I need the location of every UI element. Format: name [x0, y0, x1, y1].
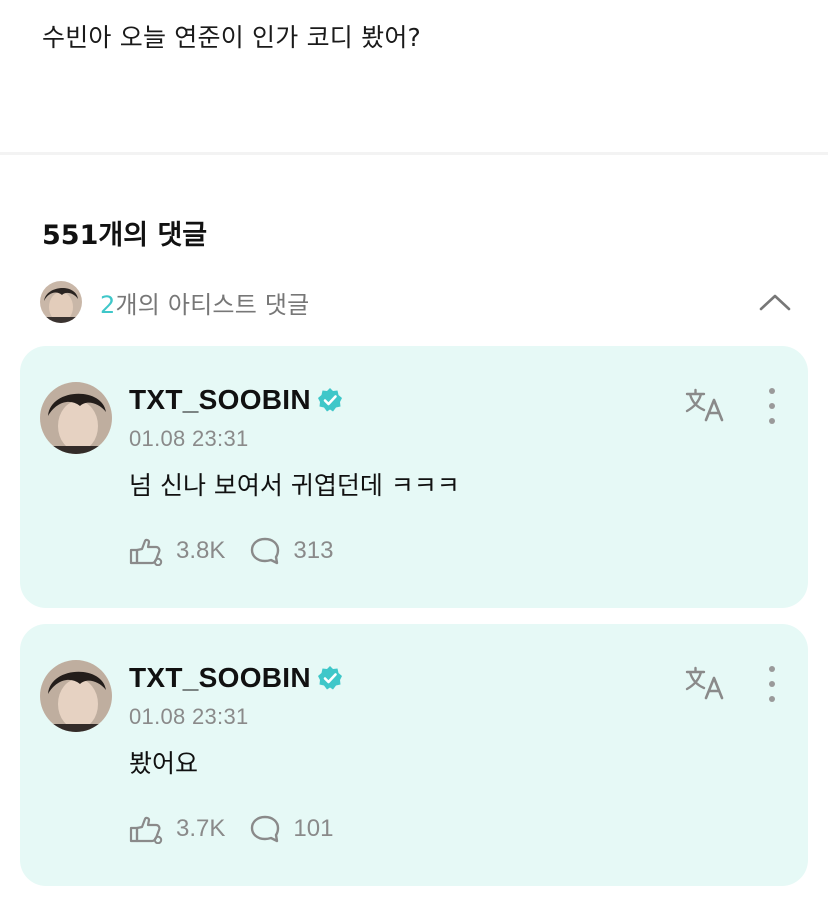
- comment-text: 봤어요: [129, 749, 199, 778]
- section-divider: [0, 152, 828, 155]
- artist-comments-label: 2개의 아티스트 댓글: [100, 285, 309, 320]
- translate-icon[interactable]: [684, 664, 728, 704]
- artist-comment-card: TXT_SOOBIN 01.08 23:31 봤어요 3.7K 101: [20, 624, 808, 886]
- like-count: 3.7K: [176, 815, 226, 842]
- more-options-icon[interactable]: [760, 666, 784, 702]
- translate-icon[interactable]: [684, 386, 728, 426]
- comment-text: 넘 신나 보여서 귀엽던데 ㅋㅋㅋ: [129, 471, 460, 500]
- comment-stats: 3.8K 313: [128, 536, 333, 566]
- comment-author[interactable]: TXT_SOOBIN: [129, 384, 343, 416]
- reply-button[interactable]: 101: [249, 814, 333, 844]
- artist-comment-card: TXT_SOOBIN 01.08 23:31 넘 신나 보여서 귀엽던데 ㅋㅋㅋ…: [20, 346, 808, 608]
- reply-button[interactable]: 313: [249, 536, 333, 566]
- more-options-icon[interactable]: [760, 388, 784, 424]
- reply-count: 101: [293, 815, 334, 842]
- comment-author[interactable]: TXT_SOOBIN: [129, 662, 343, 694]
- comment-stats: 3.7K 101: [128, 814, 333, 844]
- post-text: 수빈아 오늘 연준이 인가 코디 봤어?: [42, 23, 422, 52]
- like-button[interactable]: 3.7K: [128, 814, 225, 844]
- like-icon: [129, 538, 163, 566]
- verified-badge-icon: [317, 666, 342, 690]
- comment-bubble-icon: [251, 537, 280, 565]
- like-count: 3.8K: [176, 537, 226, 564]
- author-name[interactable]: TXT_SOOBIN: [129, 384, 311, 416]
- like-icon: [129, 816, 163, 844]
- artist-comment-count: 2: [100, 290, 116, 319]
- author-name[interactable]: TXT_SOOBIN: [129, 662, 311, 694]
- like-button[interactable]: 3.8K: [128, 536, 225, 566]
- reply-count: 313: [293, 537, 334, 564]
- comment-timestamp: 01.08 23:31: [129, 426, 249, 451]
- comment-timestamp: 01.08 23:31: [129, 704, 249, 729]
- artist-avatar: [40, 281, 82, 323]
- comment-bubble-icon: [251, 815, 280, 843]
- verified-badge-icon: [317, 388, 342, 412]
- artist-comment-label-text: 개의 아티스트 댓글: [115, 290, 310, 319]
- avatar[interactable]: [40, 382, 112, 454]
- comment-count-title: 551개의 댓글: [42, 220, 208, 251]
- artist-comments-toggle[interactable]: 2개의 아티스트 댓글: [40, 281, 792, 323]
- avatar[interactable]: [40, 660, 112, 732]
- chevron-up-icon[interactable]: [758, 286, 792, 318]
